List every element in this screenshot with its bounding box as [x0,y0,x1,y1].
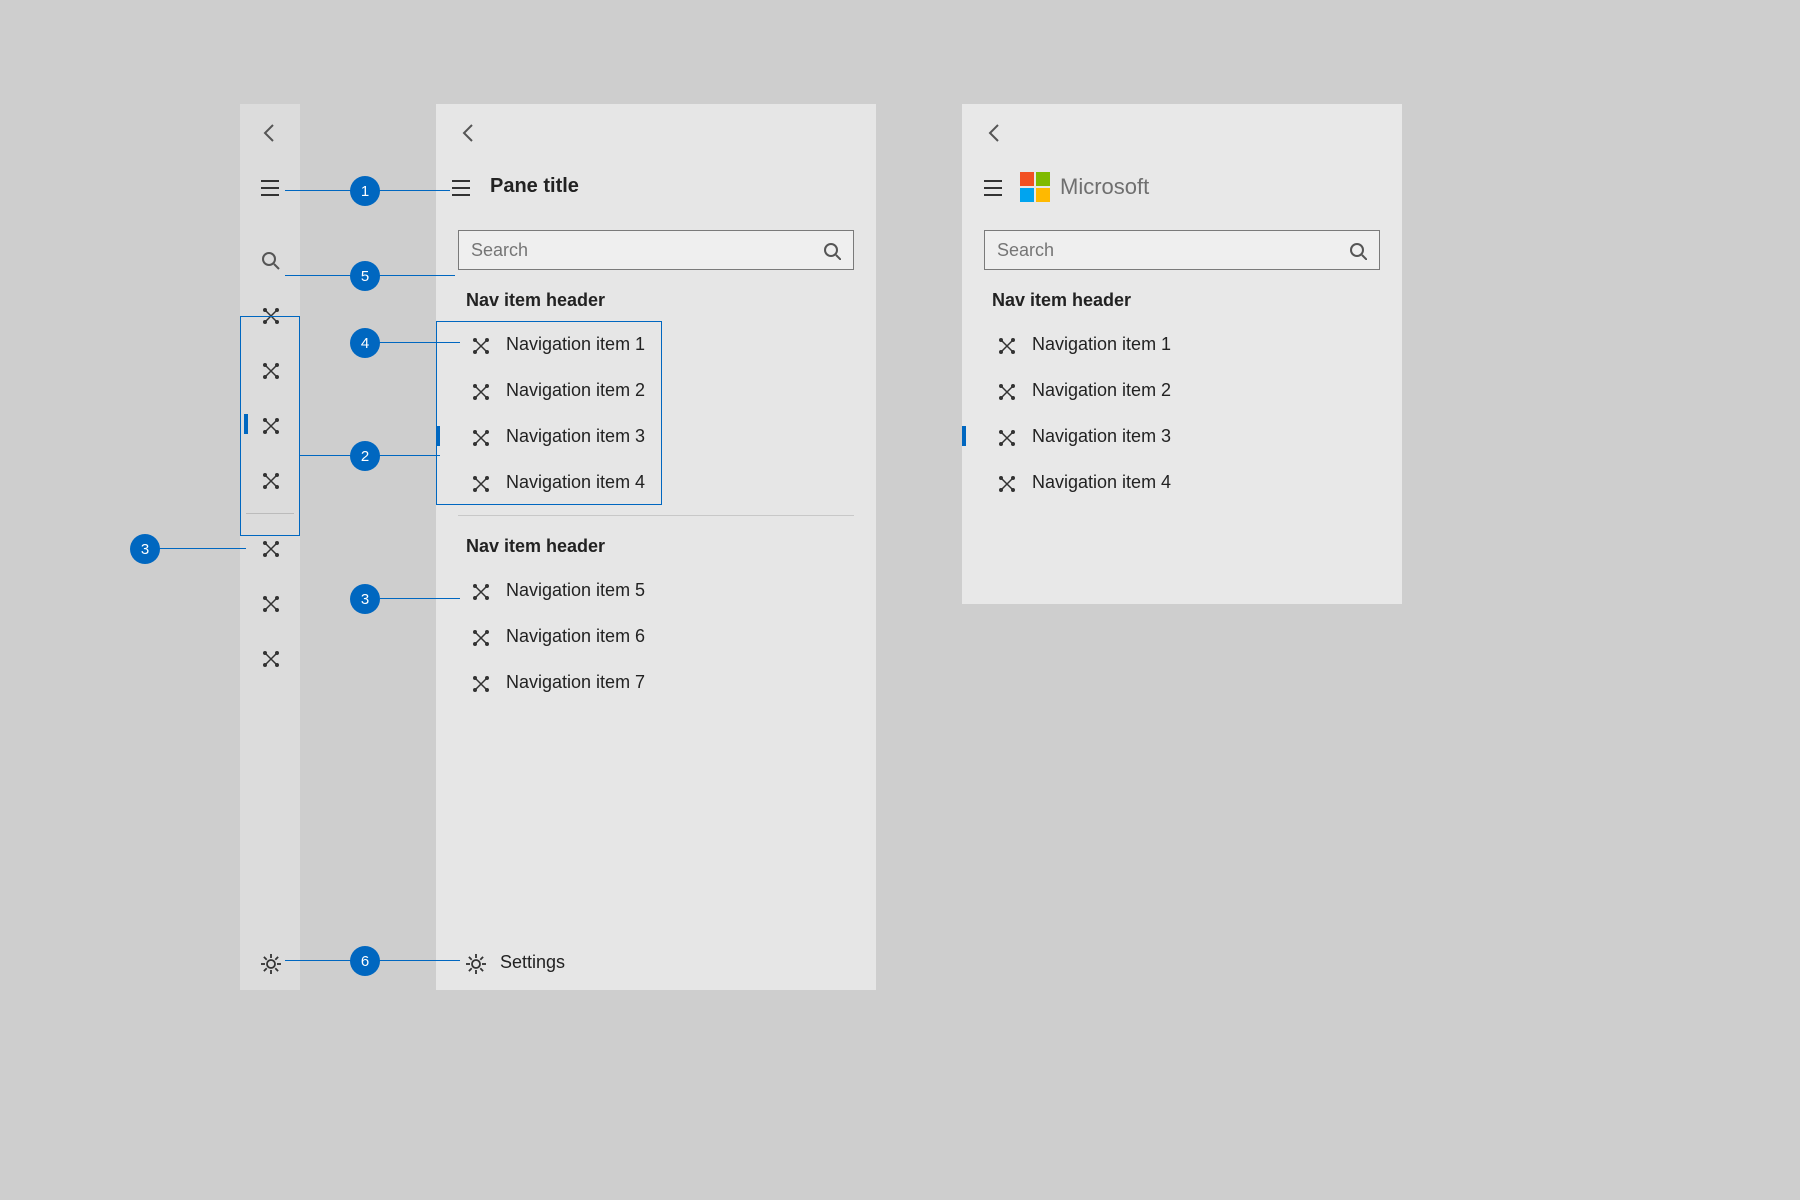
nav-item[interactable]: Navigation item 2 [962,367,1402,413]
nav-item-label: Navigation item 6 [506,626,645,647]
callout-badge-2: 2 [350,441,380,471]
back-button[interactable] [984,121,1006,143]
nav-item-label: Navigation item 5 [506,580,645,601]
nav-item-icon [466,334,492,354]
nav-group-header: Nav item header [962,270,1402,321]
callout-lead [158,548,246,549]
nav-icon-2[interactable] [240,342,300,397]
hamburger-button[interactable] [450,176,472,198]
nav-item-label: Navigation item 1 [1032,334,1171,355]
search-box[interactable] [984,230,1380,270]
nav-item-icon [466,380,492,400]
selection-indicator [244,414,248,434]
nav-rail-compact [240,104,300,990]
nav-item-icon [992,380,1018,400]
hamburger-button[interactable] [240,159,300,214]
callout-badge-5: 5 [350,261,380,291]
nav-item[interactable]: Navigation item 7 [436,659,876,705]
nav-icon-6[interactable] [240,575,300,630]
microsoft-logo-icon [1020,172,1050,202]
nav-item[interactable]: Navigation item 5 [436,567,876,613]
callout-lead [380,598,460,599]
brand-name: Microsoft [1060,174,1149,200]
search-icon[interactable] [1335,240,1379,260]
gear-icon [464,952,486,974]
settings-button[interactable] [240,935,300,990]
nav-item[interactable]: Navigation item 4 [962,459,1402,505]
callout-badge-3b: 3 [350,584,380,614]
hamburger-button[interactable] [982,176,1004,198]
nav-item-label: Navigation item 3 [1032,426,1171,447]
nav-item-label: Navigation item 1 [506,334,645,355]
nav-item[interactable]: Navigation item 4 [436,459,876,505]
nav-item[interactable]: Navigation item 2 [436,367,876,413]
nav-pane-branded: Microsoft Nav item header Navigation ite… [962,104,1402,604]
nav-item-icon [992,426,1018,446]
nav-item-icon [466,626,492,646]
nav-item-label: Navigation item 3 [506,426,645,447]
nav-group-header-1: Nav item header [436,270,876,321]
pane-title: Pane title [490,175,579,198]
nav-icon-4[interactable] [240,452,300,507]
nav-icon-7[interactable] [240,630,300,685]
brand-logo: Microsoft [1020,172,1149,202]
search-button[interactable] [240,232,300,287]
callout-badge-3: 3 [130,534,160,564]
back-button[interactable] [240,104,300,159]
divider [246,513,294,514]
callout-badge-4: 4 [350,328,380,358]
nav-item[interactable]: Navigation item 1 [962,321,1402,367]
nav-icon-5[interactable] [240,520,300,575]
settings-label: Settings [500,952,565,973]
nav-item-icon [992,334,1018,354]
nav-item-label: Navigation item 4 [506,472,645,493]
search-input[interactable] [985,240,1335,261]
nav-icon-1[interactable] [240,287,300,342]
search-icon[interactable] [809,240,853,260]
nav-item-label: Navigation item 7 [506,672,645,693]
callout-badge-1: 1 [350,176,380,206]
nav-item[interactable]: Navigation item 3 [436,413,876,459]
nav-item-label: Navigation item 2 [506,380,645,401]
nav-item-icon [466,426,492,446]
search-box[interactable] [458,230,854,270]
nav-item-label: Navigation item 4 [1032,472,1171,493]
nav-item-icon [466,580,492,600]
callout-badge-6: 6 [350,946,380,976]
nav-item-label: Navigation item 2 [1032,380,1171,401]
nav-item-icon [466,672,492,692]
nav-item-icon [466,472,492,492]
nav-item[interactable]: Navigation item 6 [436,613,876,659]
back-button[interactable] [458,121,480,143]
nav-icon-3[interactable] [240,397,300,452]
nav-group-header-2: Nav item header [436,516,876,567]
nav-pane-expanded: Pane title Nav item header Navigation it… [436,104,876,990]
search-input[interactable] [459,240,809,261]
nav-item-icon [992,472,1018,492]
settings-item[interactable]: Settings [436,935,876,990]
nav-item[interactable]: Navigation item 3 [962,413,1402,459]
nav-item[interactable]: Navigation item 1 [436,321,876,367]
